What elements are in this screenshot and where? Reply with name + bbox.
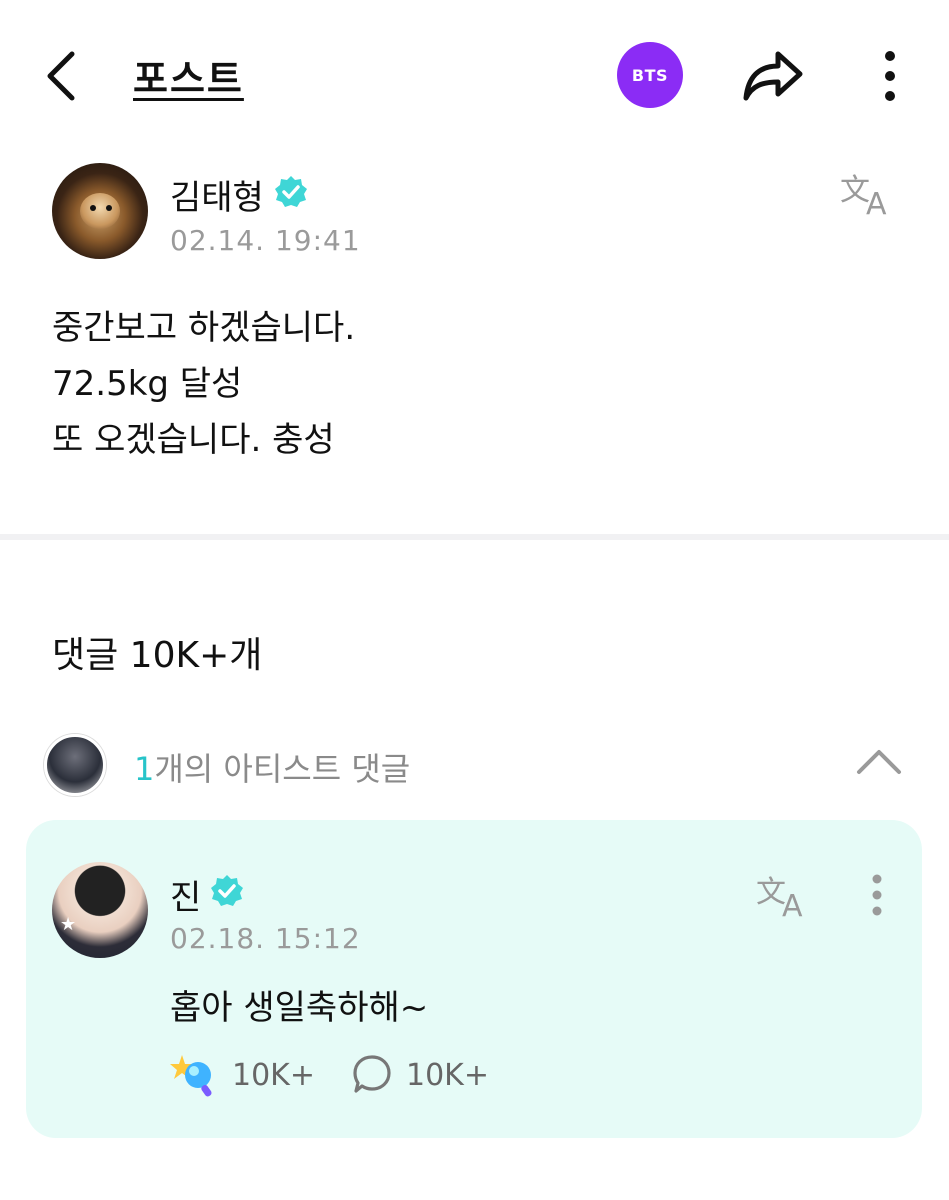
back-button[interactable] — [40, 48, 84, 104]
speech-bubble-icon — [353, 1055, 391, 1093]
post-body: 중간보고 하겠습니다. 72.5kg 달성 또 오겠습니다. 충성 — [52, 300, 355, 468]
verified-badge-icon — [211, 875, 243, 906]
comment-author-avatar[interactable]: ★ — [52, 862, 148, 958]
author-avatar[interactable] — [52, 163, 148, 259]
more-vertical-icon — [872, 874, 882, 916]
translate-icon: 文 A — [840, 173, 887, 222]
star-icon: ★ — [60, 914, 77, 935]
verified-badge-icon — [275, 176, 307, 207]
more-options-button[interactable] — [870, 48, 910, 104]
svg-text:A: A — [782, 889, 803, 920]
reply-button[interactable]: 10K+ — [352, 1050, 489, 1100]
post-line: 중간보고 하겠습니다. — [52, 308, 356, 348]
comment-more-button[interactable] — [862, 872, 892, 918]
more-vertical-icon — [885, 51, 895, 101]
translate-button[interactable]: 文 A — [838, 168, 898, 222]
comment-text: 홉아 생일축하해~ — [170, 988, 429, 1028]
top-app-bar: 포스트 BTS — [0, 0, 949, 150]
comment-timestamp: 02.18. 15:12 — [170, 922, 361, 955]
lightstick-icon — [170, 1055, 212, 1097]
section-divider — [0, 534, 949, 540]
artist-avatar — [44, 734, 106, 796]
avatar-eye — [90, 205, 96, 211]
share-button[interactable] — [740, 46, 806, 106]
like-count: 10K+ — [232, 1057, 315, 1093]
artist-comment-count: 1 — [134, 750, 155, 788]
avatar-eye — [106, 205, 112, 211]
reply-count: 10K+ — [406, 1057, 489, 1093]
post-line: 72.5kg 달성 — [52, 364, 243, 404]
artist-comments-label: 1개의 아티스트 댓글 — [134, 744, 410, 790]
translate-icon: 文 A — [756, 875, 803, 924]
comments-heading: 댓글 10K+개 — [52, 635, 263, 676]
artist-comments-toggle[interactable]: 1개의 아티스트 댓글 — [40, 730, 920, 800]
share-icon — [743, 51, 803, 101]
post-timestamp: 02.14. 19:41 — [170, 224, 361, 257]
avatar-face — [80, 193, 120, 229]
author-name[interactable]: 김태형 — [170, 170, 264, 219]
chevron-left-icon — [47, 51, 75, 101]
page-title: 포스트 — [133, 57, 244, 101]
like-button[interactable]: 10K+ — [170, 1050, 315, 1100]
artist-comment-text: 개의 아티스트 댓글 — [154, 750, 411, 788]
artist-comment-card: ★ 진 02.18. 15:12 文 A 홉아 생일축하해~ 10K+ 10K+ — [26, 820, 922, 1138]
post-line: 또 오겠습니다. 충성 — [52, 420, 335, 460]
chevron-up-icon — [857, 750, 901, 774]
community-badge[interactable]: BTS — [617, 42, 683, 108]
svg-text:A: A — [866, 187, 887, 218]
comment-translate-button[interactable]: 文 A — [754, 870, 814, 924]
comment-author-name[interactable]: 진 — [170, 870, 201, 919]
